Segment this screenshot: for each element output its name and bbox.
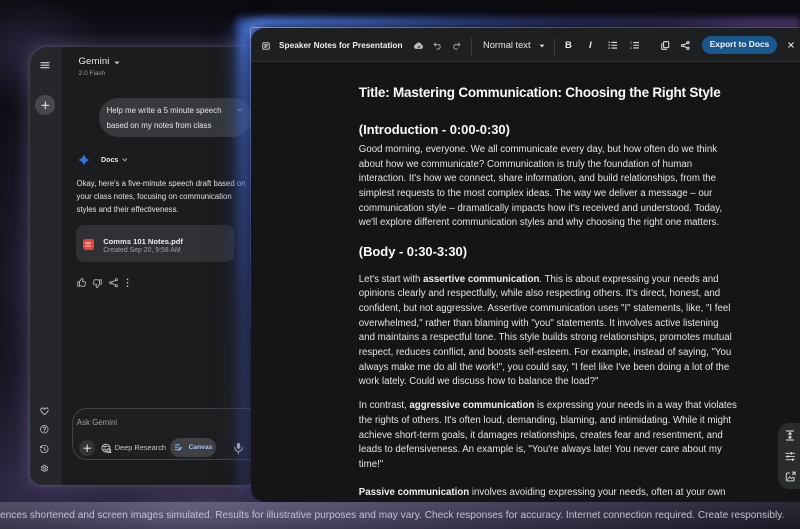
svg-text:2: 2 bbox=[630, 46, 632, 49]
svg-text:1: 1 bbox=[630, 41, 632, 45]
